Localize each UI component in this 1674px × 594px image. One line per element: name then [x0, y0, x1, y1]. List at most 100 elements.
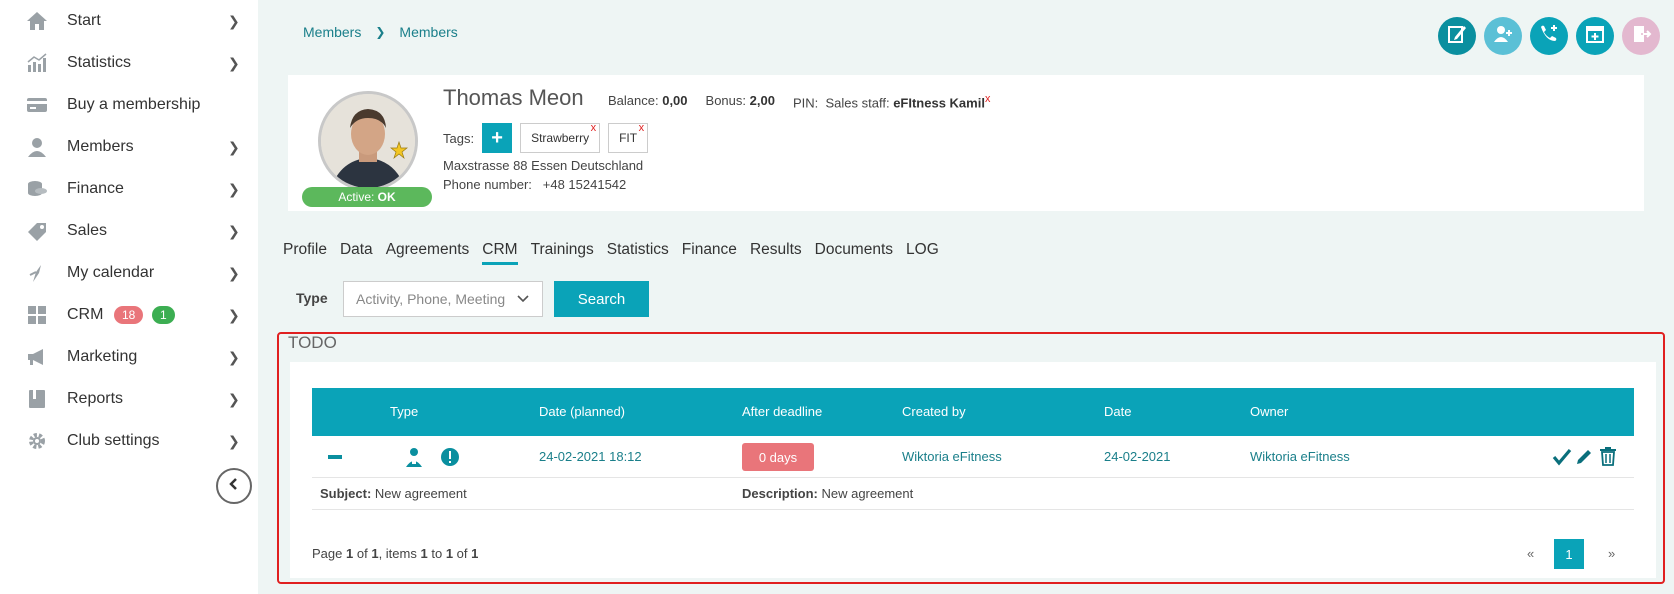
- tab-finance[interactable]: Finance: [682, 241, 737, 265]
- tab-data[interactable]: Data: [340, 241, 373, 265]
- crm-badge-today: 1: [152, 306, 175, 324]
- sidebar-item-label: Sales: [67, 222, 108, 239]
- sidebar-item-label: Members: [67, 138, 134, 155]
- add-call-button[interactable]: [1530, 17, 1568, 55]
- type-filter-label: Type: [296, 290, 328, 306]
- tab-documents[interactable]: Documents: [815, 241, 893, 265]
- bonus-value: 2,00: [749, 93, 775, 108]
- chevron-right-icon: ❯: [228, 306, 240, 323]
- sidebar-item-statistics[interactable]: Statistics ❯: [0, 43, 258, 83]
- sales-staff-value: eFItness Kamil: [893, 95, 985, 111]
- sidebar-item-finance[interactable]: Finance ❯: [0, 169, 258, 209]
- sales-staff-label: Sales staff:: [825, 95, 890, 111]
- search-button[interactable]: Search: [554, 281, 649, 317]
- book-icon: [26, 389, 48, 409]
- todo-title: TODO: [288, 333, 337, 352]
- chevron-right-icon: ❯: [228, 432, 240, 449]
- member-name: Thomas Meon: [443, 85, 584, 110]
- status-label: Active:: [338, 190, 375, 204]
- member-phone: Phone number: +48 15241542: [443, 177, 626, 192]
- chevron-right-icon: ❯: [228, 390, 240, 407]
- sidebar-item-members[interactable]: Members ❯: [0, 127, 258, 167]
- pin: PIN: Sales staff: eFItness Kamilx: [793, 93, 990, 110]
- pager-page-button[interactable]: 1: [1554, 539, 1584, 569]
- after-deadline-badge: 0 days: [742, 443, 814, 471]
- remove-tag-button[interactable]: x: [591, 122, 597, 134]
- sidebar-item-label: Reports: [67, 390, 124, 407]
- exit-door-icon: [1630, 23, 1652, 50]
- tags-label: Tags:: [443, 130, 475, 146]
- pager-next-button[interactable]: »: [1608, 546, 1615, 561]
- breadcrumb-link[interactable]: Members: [303, 24, 361, 40]
- sidebar-item-label: Club settings: [67, 432, 160, 449]
- coins-icon: [26, 179, 48, 199]
- pager-total-pages: 1: [371, 546, 379, 561]
- tab-log[interactable]: LOG: [906, 241, 939, 265]
- pencil-icon: [1575, 450, 1593, 469]
- check-out-button[interactable]: [1622, 17, 1660, 55]
- pager-word: , items: [378, 546, 417, 561]
- description: Description: New agreement: [742, 486, 913, 501]
- description-value: New agreement: [821, 486, 914, 501]
- tab-statistics[interactable]: Statistics: [607, 241, 669, 265]
- balance-label: Balance:: [608, 93, 659, 108]
- sidebar-item-reports[interactable]: Reports ❯: [0, 379, 258, 419]
- sidebar-item-sales[interactable]: Sales ❯: [0, 211, 258, 251]
- created-by-cell[interactable]: Wiktoria eFitness: [902, 449, 1002, 464]
- pager-word: of: [456, 546, 468, 561]
- tags-row: Tags: + Strawberry x FIT x: [443, 122, 649, 153]
- sidebar-item-label: Buy a membership: [67, 96, 201, 113]
- chevron-down-icon: [516, 291, 530, 308]
- sidebar-item-marketing[interactable]: Marketing ❯: [0, 337, 258, 377]
- pager-prev-button[interactable]: «: [1527, 546, 1534, 561]
- tab-trainings[interactable]: Trainings: [531, 241, 594, 265]
- edit-task-button[interactable]: [1575, 448, 1593, 469]
- tab-agreements[interactable]: Agreements: [386, 241, 470, 265]
- edit-member-button[interactable]: [1438, 17, 1476, 55]
- sidebar-item-club-settings[interactable]: Club settings ❯: [0, 421, 258, 461]
- owner-cell[interactable]: Wiktoria eFitness: [1250, 449, 1350, 464]
- breadcrumb-current[interactable]: Members: [399, 24, 457, 40]
- delete-task-button[interactable]: [1599, 446, 1617, 469]
- complete-task-button[interactable]: [1552, 448, 1572, 469]
- tab-crm[interactable]: CRM: [482, 241, 518, 265]
- remove-tag-button[interactable]: x: [639, 122, 645, 134]
- column-header-created-by: Created by: [902, 404, 966, 419]
- collapse-row-button[interactable]: [328, 455, 342, 459]
- add-event-button[interactable]: [1576, 17, 1614, 55]
- calendar-plus-icon: [1584, 23, 1606, 50]
- date-cell[interactable]: 24-02-2021: [1104, 449, 1171, 464]
- balance-value: 0,00: [662, 93, 688, 108]
- chevron-right-icon: ❯: [228, 54, 240, 71]
- remove-staff-button[interactable]: x: [985, 93, 990, 105]
- chevron-right-icon: ❯: [228, 264, 240, 281]
- pager-word: Page: [312, 546, 343, 561]
- column-header-after-deadline: After deadline: [742, 404, 823, 419]
- person-type-icon: [404, 447, 424, 470]
- table-row: 24-02-2021 18:12 0 days Wiktoria eFitnes…: [312, 436, 1634, 478]
- add-member-button[interactable]: [1484, 17, 1522, 55]
- type-filter-placeholder: Activity, Phone, Meeting: [356, 291, 506, 307]
- tab-results[interactable]: Results: [750, 241, 802, 265]
- sidebar-item-my-calendar[interactable]: My calendar ❯: [0, 253, 258, 293]
- sidebar-item-buy-membership[interactable]: Buy a membership: [0, 85, 258, 125]
- description-label: Description:: [742, 486, 818, 501]
- type-filter-select[interactable]: Activity, Phone, Meeting: [343, 281, 543, 317]
- member-card: Active: OK Thomas Meon Balance: 0,00 Bon…: [288, 75, 1644, 211]
- user-icon: [26, 137, 48, 157]
- tag-label: Strawberry: [531, 131, 590, 145]
- column-header-date: Date: [1104, 404, 1132, 419]
- gear-icon: [26, 431, 48, 451]
- sidebar-item-crm[interactable]: CRM 18 1 ❯: [0, 295, 258, 335]
- phone-plus-icon: [1538, 23, 1560, 50]
- tab-profile[interactable]: Profile: [283, 241, 327, 265]
- sidebar-item-label: Marketing: [67, 348, 138, 365]
- collapse-sidebar-button[interactable]: [216, 468, 252, 504]
- subject: Subject: New agreement: [320, 486, 467, 501]
- sidebar-item-start[interactable]: Start ❯: [0, 1, 258, 41]
- column-header-owner: Owner: [1250, 404, 1289, 419]
- date-planned-cell[interactable]: 24-02-2021 18:12: [539, 449, 642, 464]
- chevron-right-icon: ❯: [228, 222, 240, 239]
- trash-icon: [1599, 447, 1617, 469]
- add-tag-button[interactable]: +: [482, 123, 513, 153]
